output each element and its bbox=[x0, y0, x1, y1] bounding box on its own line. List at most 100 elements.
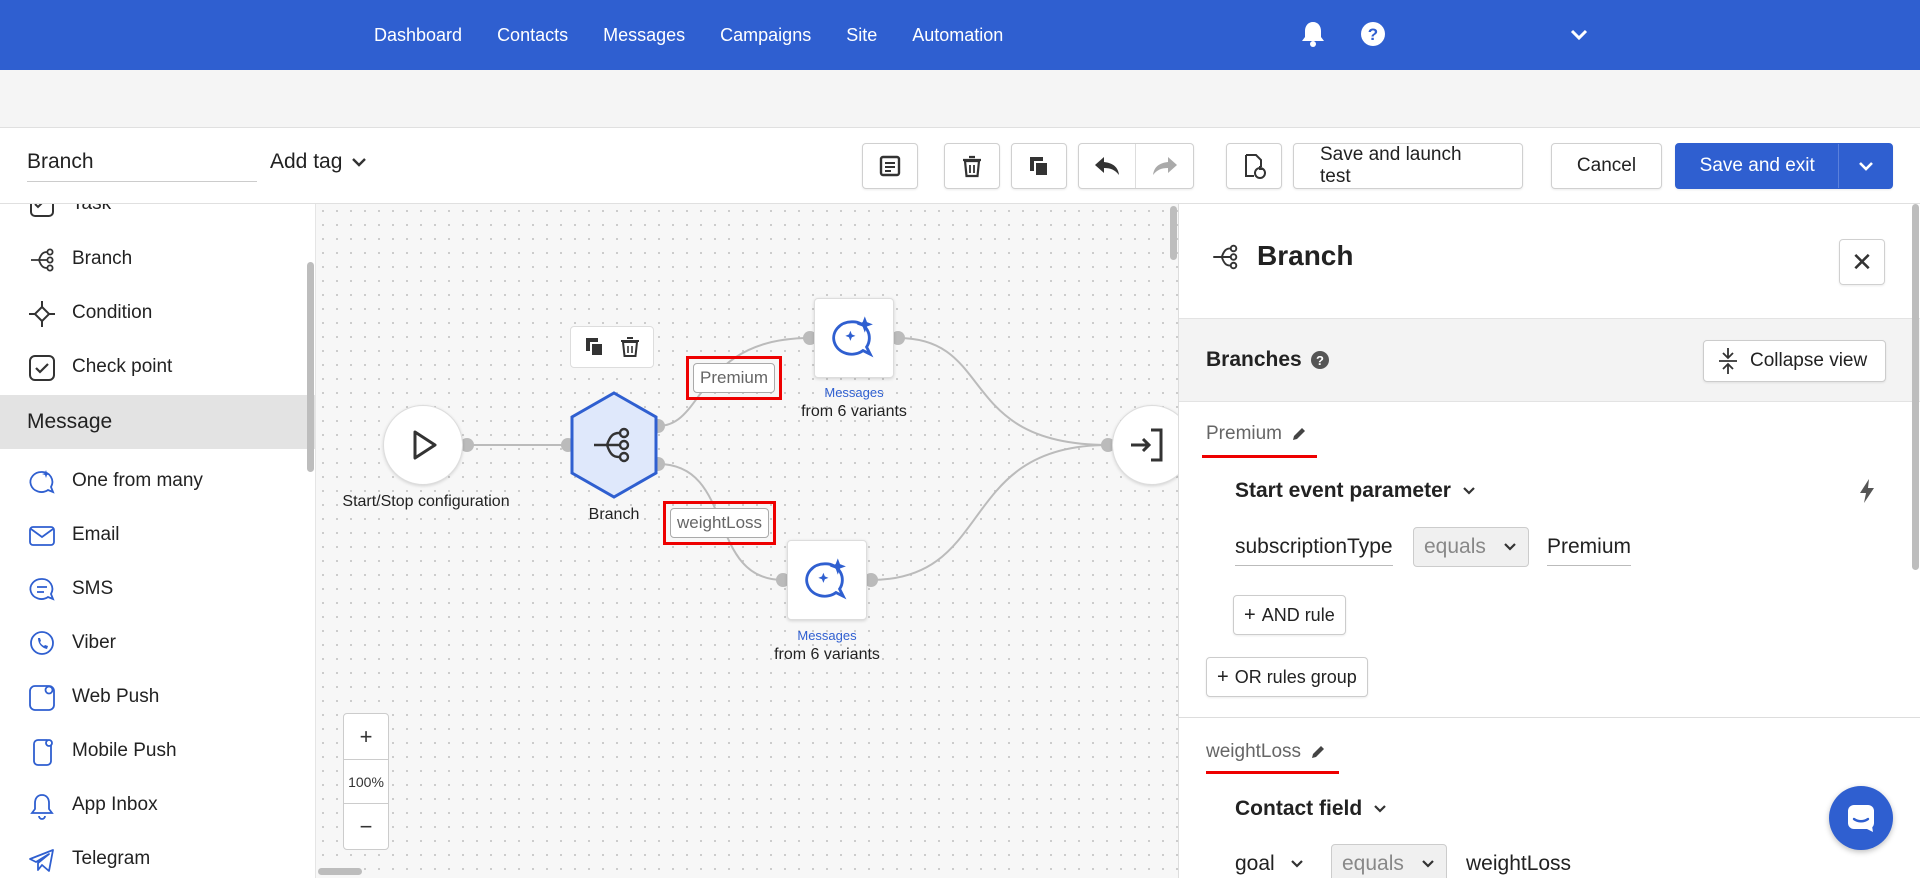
add-tag-label: Add tag bbox=[270, 150, 343, 173]
pencil-icon[interactable] bbox=[1290, 425, 1308, 443]
branch-settings-panel: Branch ✕ Branches ? Collapse view Premiu… bbox=[1178, 204, 1920, 878]
bell-icon[interactable] bbox=[1300, 20, 1326, 53]
branch1-name[interactable]: Premium bbox=[1206, 423, 1308, 445]
sidebar-item-app-inbox[interactable]: App Inbox bbox=[0, 778, 315, 832]
sidebar-item-viber[interactable]: Viber bbox=[0, 616, 315, 670]
branch2-operator-select[interactable]: equals bbox=[1331, 844, 1447, 878]
bell-outline-icon bbox=[30, 794, 54, 820]
delete-button[interactable] bbox=[944, 143, 1000, 189]
branch1-condition-type[interactable]: Start event parameter bbox=[1235, 479, 1477, 503]
copy-icon bbox=[1030, 157, 1049, 177]
panel-scrollbar[interactable] bbox=[1912, 204, 1919, 570]
sidebar-item-telegram[interactable]: Telegram bbox=[0, 832, 315, 878]
nav-dashboard[interactable]: Dashboard bbox=[374, 25, 462, 46]
add-tag-dropdown[interactable]: Add tag bbox=[270, 150, 368, 174]
sidebar-scrollbar[interactable] bbox=[307, 262, 314, 472]
branch-tag-premium-text: Premium bbox=[693, 363, 776, 393]
zoom-level: 100% bbox=[344, 759, 388, 804]
sidebar-item-task[interactable]: Task bbox=[0, 204, 315, 231]
branch-tag-premium[interactable]: Premium bbox=[686, 356, 783, 400]
chevron-down-icon bbox=[1290, 860, 1303, 868]
collapse-view-label: Collapse view bbox=[1750, 350, 1868, 371]
sidebar-item-one-from-many[interactable]: One from many bbox=[0, 454, 315, 508]
sidebar-item-web-push[interactable]: Web Push bbox=[0, 670, 315, 724]
close-panel-button[interactable]: ✕ bbox=[1839, 239, 1885, 285]
support-chat-button[interactable] bbox=[1829, 786, 1893, 850]
chat-icon bbox=[1848, 805, 1874, 832]
sidebar-item-email[interactable]: Email bbox=[0, 508, 315, 562]
nav-campaigns[interactable]: Campaigns bbox=[720, 25, 811, 46]
branch2-rule-value[interactable]: weightLoss bbox=[1466, 852, 1571, 876]
message-node-bottom[interactable] bbox=[787, 540, 867, 620]
sidebar-item-mobile-push[interactable]: Mobile Push bbox=[0, 724, 315, 778]
scenario-title-input[interactable]: Branch bbox=[27, 150, 257, 182]
test-history-button[interactable] bbox=[1226, 143, 1282, 189]
collapse-view-button[interactable]: Collapse view bbox=[1703, 340, 1887, 382]
help-circle-icon[interactable]: ? bbox=[1310, 350, 1330, 370]
branch-node[interactable] bbox=[568, 390, 660, 500]
help-icon[interactable]: ? bbox=[1359, 20, 1387, 53]
copy-icon[interactable] bbox=[583, 335, 607, 359]
workflow-canvas[interactable]: Start/Stop configuration Branch Premium … bbox=[316, 204, 1178, 878]
branch2-name[interactable]: weightLoss bbox=[1206, 741, 1327, 763]
nav-contacts[interactable]: Contacts bbox=[497, 25, 568, 46]
nav-site[interactable]: Site bbox=[846, 25, 877, 46]
add-and-rule-button[interactable]: + AND rule bbox=[1233, 595, 1346, 635]
branch1-rule-value[interactable]: Premium bbox=[1547, 535, 1632, 566]
sidebar-item-sms[interactable]: SMS bbox=[0, 562, 315, 616]
zoom-in-button[interactable]: + bbox=[344, 714, 388, 759]
pencil-icon[interactable] bbox=[1309, 743, 1327, 761]
branch-icon bbox=[31, 248, 54, 272]
task-icon bbox=[30, 204, 54, 217]
save-launch-test-button[interactable]: Save and launch test bbox=[1293, 143, 1523, 189]
plus-icon: + bbox=[1244, 603, 1256, 626]
nav-automation[interactable]: Automation bbox=[912, 25, 1003, 46]
nav-messages[interactable]: Messages bbox=[603, 25, 685, 46]
zoom-control: + 100% − bbox=[343, 713, 389, 850]
branch2-condition-type[interactable]: Contact field bbox=[1235, 797, 1388, 821]
exit-icon bbox=[1131, 428, 1163, 462]
sidebar-item-label: Email bbox=[72, 524, 120, 545]
undo-button[interactable] bbox=[1079, 144, 1137, 188]
branch-tag-weightloss[interactable]: weightLoss bbox=[663, 501, 777, 545]
editor-toolbar: Branch Add tag Save and launch test Canc… bbox=[0, 128, 1920, 204]
copy-button[interactable] bbox=[1011, 143, 1067, 189]
redo-button[interactable] bbox=[1136, 144, 1193, 188]
sidebar-item-branch[interactable]: Branch bbox=[0, 232, 315, 286]
branches-section-title: Branches bbox=[1206, 348, 1302, 371]
canvas-horizontal-scrollbar[interactable] bbox=[318, 868, 362, 875]
notes-button[interactable] bbox=[862, 143, 918, 189]
sidebar-item-condition[interactable]: Condition bbox=[0, 286, 315, 340]
account-chevron-down-icon[interactable] bbox=[1568, 24, 1590, 51]
message-node-top-subtitle: from 6 variants bbox=[801, 403, 907, 420]
branch2-field-value: goal bbox=[1235, 852, 1275, 875]
branch1-name-text: Premium bbox=[1206, 423, 1283, 444]
message-node-bottom-title: Messages bbox=[797, 628, 857, 643]
trash-icon[interactable] bbox=[618, 335, 642, 359]
lightning-icon[interactable] bbox=[1857, 478, 1877, 504]
undo-redo-group bbox=[1078, 143, 1194, 189]
condition-icon bbox=[29, 301, 55, 327]
undo-icon bbox=[1095, 157, 1119, 175]
branch1-rule-field[interactable]: subscriptionType bbox=[1235, 535, 1393, 566]
cancel-button[interactable]: Cancel bbox=[1551, 143, 1662, 189]
branches-section-header: Branches ? Collapse view bbox=[1179, 318, 1920, 402]
and-rule-label: AND rule bbox=[1261, 604, 1335, 625]
save-options-button[interactable] bbox=[1839, 144, 1892, 188]
chevron-down-icon bbox=[1463, 487, 1475, 495]
mobile-push-icon bbox=[33, 739, 53, 766]
branch-node-label: Branch bbox=[588, 506, 640, 523]
chevron-down-icon bbox=[1858, 162, 1873, 171]
zoom-out-button[interactable]: − bbox=[344, 804, 388, 849]
save-exit-button[interactable]: Save and exit bbox=[1676, 144, 1840, 188]
add-or-rules-group-button[interactable]: + OR rules group bbox=[1206, 657, 1368, 697]
svg-text:?: ? bbox=[1368, 25, 1378, 44]
message-node-top[interactable] bbox=[814, 298, 894, 378]
notes-icon bbox=[879, 155, 901, 177]
canvas-vertical-scrollbar[interactable] bbox=[1170, 206, 1177, 260]
checkpoint-icon bbox=[29, 355, 55, 381]
branch1-operator-select[interactable]: equals bbox=[1413, 527, 1529, 567]
branch2-rule-field[interactable]: goal bbox=[1235, 852, 1305, 876]
sidebar-item-checkpoint[interactable]: Check point bbox=[0, 340, 315, 394]
start-stop-node[interactable] bbox=[383, 405, 463, 485]
